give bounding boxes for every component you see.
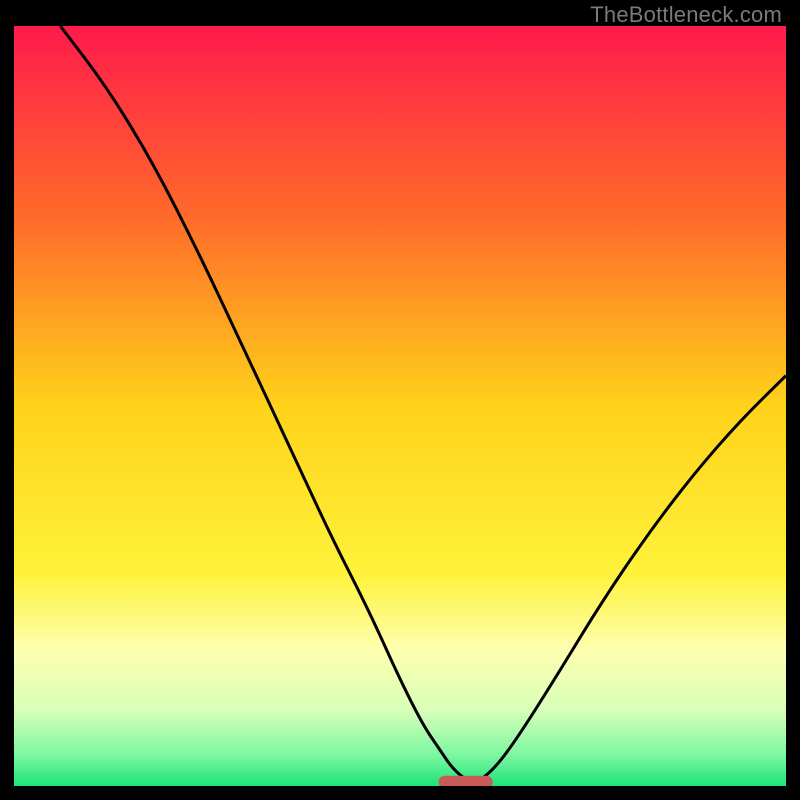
chart-svg bbox=[14, 26, 786, 786]
gradient-background bbox=[14, 26, 786, 786]
chart-frame: TheBottleneck.com bbox=[0, 0, 800, 800]
watermark-text: TheBottleneck.com bbox=[590, 2, 782, 28]
plot-area bbox=[14, 26, 786, 786]
optimal-range-marker bbox=[439, 776, 493, 786]
